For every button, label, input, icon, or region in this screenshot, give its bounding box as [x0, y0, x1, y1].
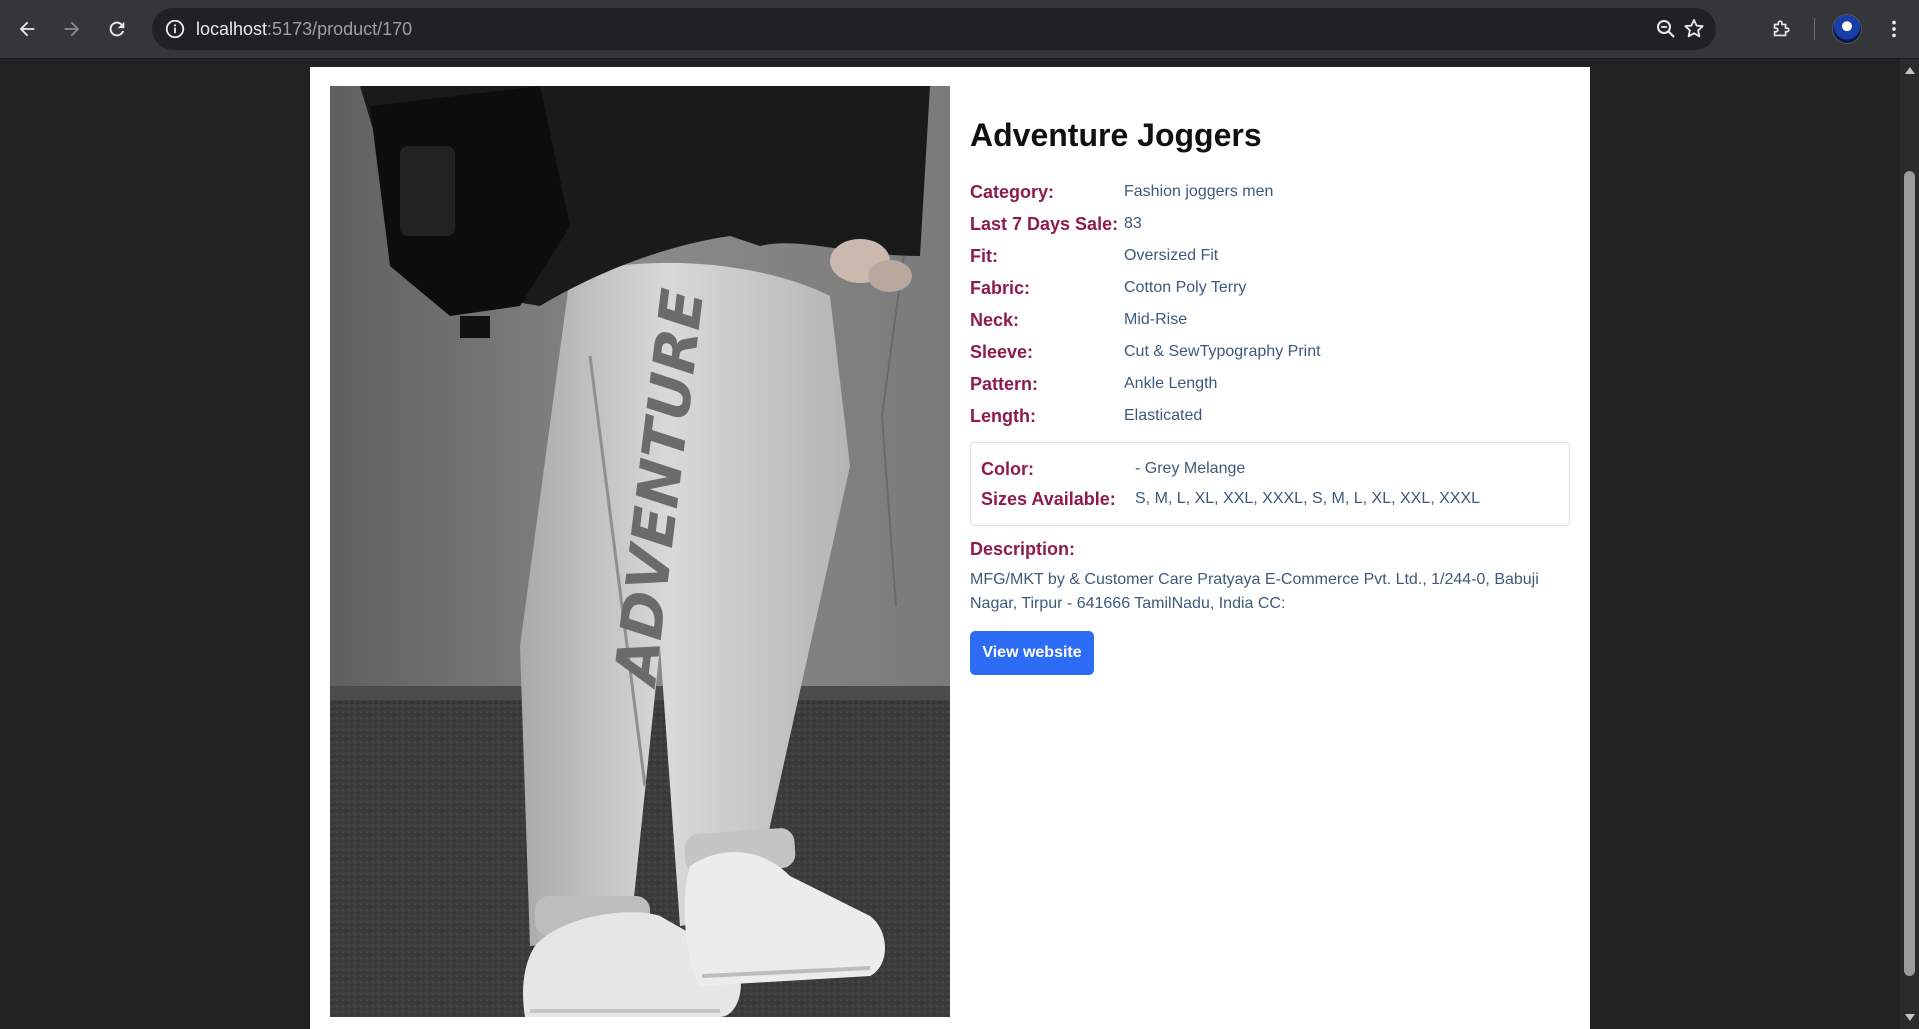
- browser-menu-button[interactable]: [1878, 13, 1910, 45]
- description-label: Description:: [970, 539, 1076, 559]
- sizes-row: Sizes Available: S, M, L, XL, XXL, XXXL,…: [981, 484, 1561, 514]
- arrow-left-icon: [19, 21, 35, 37]
- joggers-photo: ADVENTURE: [330, 86, 950, 1017]
- spec-row-length: Length: Elasticated: [970, 400, 1570, 432]
- spec-label: Last 7 Days Sale:: [970, 214, 1119, 234]
- spec-label: Pattern:: [970, 374, 1039, 394]
- spec-value: Oversized Fit: [1124, 247, 1219, 264]
- reload-button[interactable]: [101, 13, 133, 45]
- spec-row-sleeve: Sleeve: Cut & SewTypography Print: [970, 336, 1570, 368]
- spec-label: Fabric:: [970, 278, 1031, 298]
- more-vert-icon: [1892, 20, 1896, 38]
- spec-list: Category: Fashion joggers men Last 7 Day…: [970, 176, 1570, 432]
- scroll-thumb[interactable]: [1904, 171, 1915, 976]
- page-scrollbar[interactable]: [1900, 59, 1919, 1029]
- spec-label: Length:: [970, 406, 1036, 426]
- spec-row-fit: Fit: Oversized Fit: [970, 240, 1570, 272]
- product-title: Adventure Joggers: [970, 117, 1262, 153]
- puzzle-piece-icon: [1773, 20, 1790, 37]
- spec-row-pattern: Pattern: Ankle Length: [970, 368, 1570, 400]
- product-image: ADVENTURE: [330, 86, 950, 1017]
- spec-row-neck: Neck: Mid-Rise: [970, 304, 1570, 336]
- color-row: Color: - Grey Melange: [981, 454, 1561, 484]
- spec-value: Fashion joggers men: [1124, 183, 1274, 200]
- scroll-up-arrow-icon[interactable]: [1905, 67, 1915, 74]
- spec-value: 83: [1124, 215, 1142, 232]
- forward-button[interactable]: [56, 13, 88, 45]
- url-host: localhost: [196, 19, 268, 39]
- color-label: Color:: [981, 459, 1034, 479]
- view-website-button[interactable]: View website: [970, 631, 1094, 675]
- sizes-value: S, M, L, XL, XXL, XXXL, S, M, L, XL, XXL…: [1135, 490, 1481, 507]
- spec-value: Cut & SewTypography Print: [1124, 343, 1321, 360]
- spec-value: Mid-Rise: [1124, 311, 1188, 328]
- site-info-icon[interactable]: [164, 18, 186, 40]
- browser-toolbar: localhost:5173/product/170: [0, 0, 1919, 59]
- spec-label: Category:: [970, 182, 1055, 202]
- spec-value: Elasticated: [1124, 407, 1203, 424]
- profile-avatar[interactable]: [1833, 15, 1861, 43]
- spec-value: Ankle Length: [1124, 375, 1218, 392]
- reload-icon: [109, 21, 125, 37]
- toolbar-divider: [1814, 18, 1815, 40]
- page-viewport: ADVENTURE Adventure Joggers Category: Fa…: [0, 59, 1900, 1029]
- product-card: ADVENTURE Adventure Joggers Category: Fa…: [310, 67, 1590, 1029]
- bookmark-star-icon[interactable]: [1682, 17, 1706, 41]
- spec-label: Neck:: [970, 310, 1020, 330]
- url-text[interactable]: localhost:5173/product/170: [196, 8, 412, 50]
- spec-label: Fit:: [970, 246, 998, 266]
- spec-label: Sleeve:: [970, 342, 1034, 362]
- arrow-right-icon: [64, 21, 80, 37]
- back-button[interactable]: [11, 13, 43, 45]
- description-text: MFG/MKT by & Customer Care Pratyaya E-Co…: [970, 571, 1539, 612]
- color-value: - Grey Melange: [1135, 460, 1246, 477]
- extensions-button[interactable]: [1765, 13, 1797, 45]
- spec-row-fabric: Fabric: Cotton Poly Terry: [970, 272, 1570, 304]
- scroll-down-arrow-icon[interactable]: [1905, 1014, 1915, 1021]
- variant-box: Color: - Grey Melange Sizes Available: S…: [970, 442, 1570, 526]
- sizes-label: Sizes Available:: [981, 489, 1116, 509]
- address-bar[interactable]: localhost:5173/product/170: [152, 8, 1716, 50]
- spec-row-sales: Last 7 Days Sale: 83: [970, 208, 1570, 240]
- spec-value: Cotton Poly Terry: [1124, 279, 1247, 296]
- spec-row-category: Category: Fashion joggers men: [970, 176, 1570, 208]
- url-path: :5173/product/170: [267, 19, 413, 39]
- zoom-icon[interactable]: [1654, 17, 1678, 41]
